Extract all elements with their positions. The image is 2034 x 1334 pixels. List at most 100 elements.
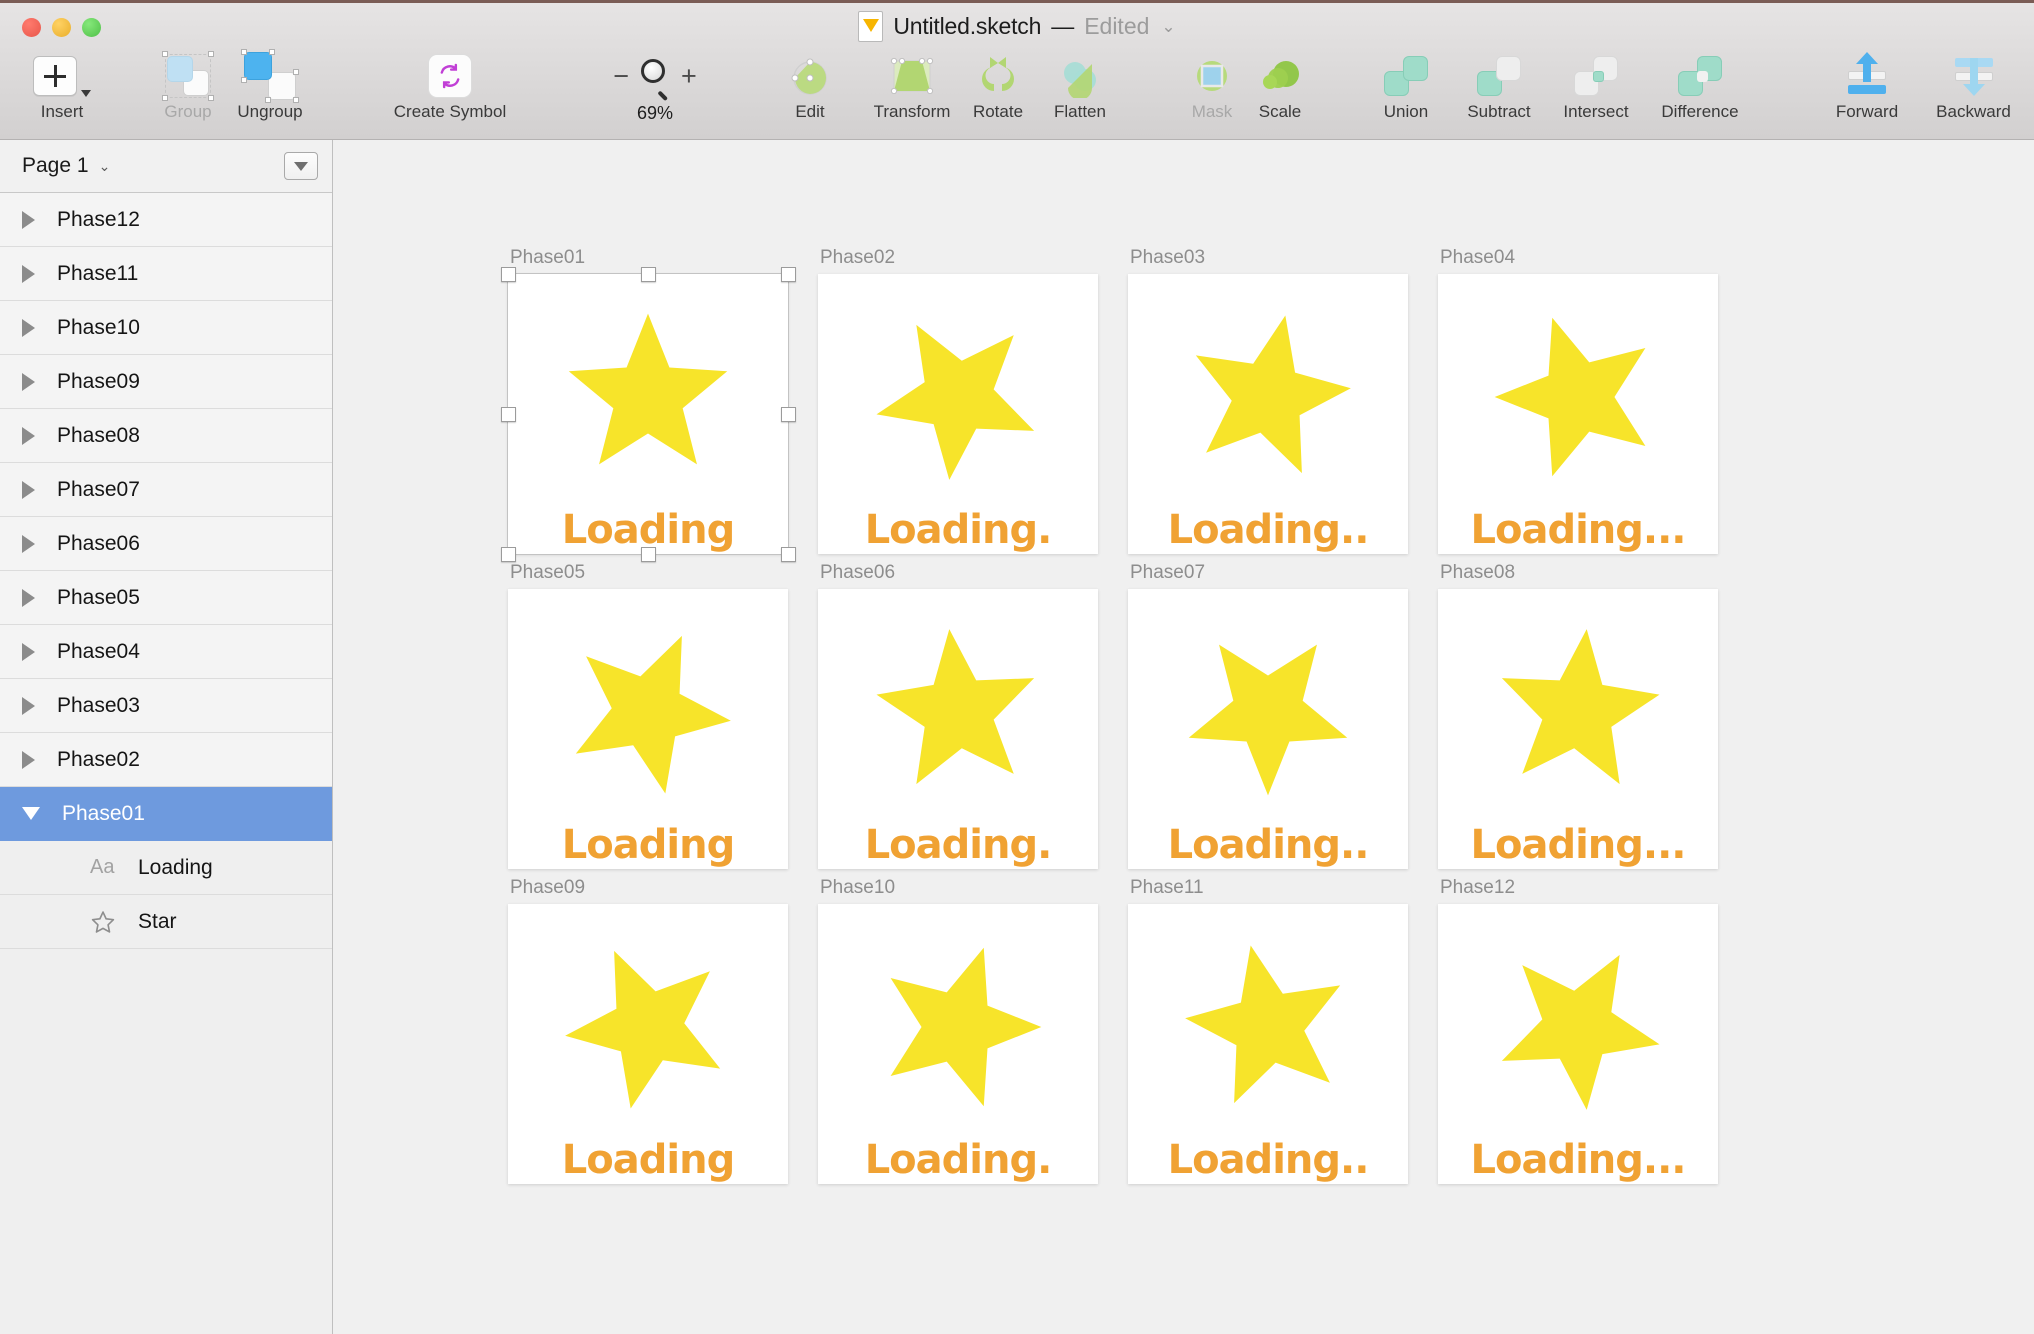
artboard-phase02[interactable]: Phase02 Loading. xyxy=(818,247,1098,554)
artboard-surface[interactable]: Loading. xyxy=(818,589,1098,869)
artboard-label[interactable]: Phase06 xyxy=(820,562,895,589)
toolbar-item-forward[interactable]: Forward xyxy=(1812,49,1922,135)
sidebar-layer-phase10[interactable]: Phase10 xyxy=(0,301,332,355)
loading-text[interactable]: Loading.. xyxy=(1128,825,1408,865)
toolbar-item-insert[interactable]: Insert xyxy=(14,49,110,135)
sidebar-layer-phase02[interactable]: Phase02 xyxy=(0,733,332,787)
artboard-surface[interactable]: Loading... xyxy=(1438,589,1718,869)
design-canvas[interactable]: Phase01 Loading Phase02 Loading. Phase03 Load… xyxy=(333,140,2034,1334)
artboard-label[interactable]: Phase08 xyxy=(1440,562,1515,589)
disclosure-closed-icon[interactable] xyxy=(22,372,35,391)
star-shape[interactable] xyxy=(852,940,1065,1114)
toolbar-item-create-symbol[interactable]: Create Symbol xyxy=(380,49,520,135)
artboard-phase06[interactable]: Phase06 Loading. xyxy=(818,562,1098,869)
close-button[interactable] xyxy=(22,18,41,37)
star-shape[interactable] xyxy=(1472,625,1685,799)
chevron-down-icon[interactable]: ⌄ xyxy=(99,158,111,175)
disclosure-closed-icon[interactable] xyxy=(22,696,35,715)
artboard-phase09[interactable]: Phase09 Loading xyxy=(508,877,788,1184)
selection-handle[interactable] xyxy=(780,266,796,282)
artboard-surface[interactable]: Loading. xyxy=(818,904,1098,1184)
artboard-phase10[interactable]: Phase10 Loading. xyxy=(818,877,1098,1184)
disclosure-closed-icon[interactable] xyxy=(22,264,35,283)
toolbar-item-flatten[interactable]: Flatten xyxy=(1032,49,1128,135)
star-shape[interactable] xyxy=(542,310,755,484)
selection-handle[interactable] xyxy=(640,546,656,562)
loading-text[interactable]: Loading xyxy=(508,825,788,865)
selection-handle[interactable] xyxy=(640,266,656,282)
artboard-label[interactable]: Phase07 xyxy=(1130,562,1205,589)
loading-text[interactable]: Loading. xyxy=(818,510,1098,550)
artboard-label[interactable]: Phase05 xyxy=(510,562,585,589)
star-shape[interactable] xyxy=(1162,940,1375,1114)
toolbar-item-ungroup[interactable]: Ungroup xyxy=(222,49,318,135)
sidebar-layer-phase11[interactable]: Phase11 xyxy=(0,247,332,301)
zoom-control[interactable]: − + 69% xyxy=(590,49,720,135)
loading-text[interactable]: Loading. xyxy=(818,825,1098,865)
disclosure-open-icon[interactable] xyxy=(22,807,40,820)
artboard-phase01[interactable]: Phase01 Loading xyxy=(500,247,796,562)
artboard-surface[interactable]: Loading.. xyxy=(1128,589,1408,869)
sidebar-layer-phase04[interactable]: Phase04 xyxy=(0,625,332,679)
star-shape[interactable] xyxy=(1472,940,1685,1114)
artboard-phase05[interactable]: Phase05 Loading xyxy=(508,562,788,869)
minimize-button[interactable] xyxy=(52,18,71,37)
sidebar-layer-loading[interactable]: Aa Loading xyxy=(0,841,332,895)
sidebar-layer-phase06[interactable]: Phase06 xyxy=(0,517,332,571)
artboard-surface[interactable]: Loading xyxy=(508,904,788,1184)
disclosure-closed-icon[interactable] xyxy=(22,480,35,499)
artboard-phase04[interactable]: Phase04 Loading... xyxy=(1438,247,1718,554)
artboard-label[interactable]: Phase04 xyxy=(1440,247,1515,274)
toolbar-item-union[interactable]: Union xyxy=(1358,49,1454,135)
disclosure-closed-icon[interactable] xyxy=(22,426,35,445)
selection-handle[interactable] xyxy=(500,266,516,282)
artboard-surface[interactable]: Loading xyxy=(508,589,788,869)
page-selector-label[interactable]: Page 1 xyxy=(22,154,89,178)
toolbar-item-edit[interactable]: Edit xyxy=(762,49,858,135)
artboard-label[interactable]: Phase09 xyxy=(510,877,585,904)
loading-text[interactable]: Loading. xyxy=(818,1140,1098,1180)
artboard-label[interactable]: Phase10 xyxy=(820,877,895,904)
star-shape[interactable] xyxy=(1472,310,1685,484)
star-shape[interactable] xyxy=(542,940,755,1114)
selection-handle[interactable] xyxy=(500,406,516,422)
loading-text[interactable]: Loading... xyxy=(1438,825,1718,865)
toolbar-item-backward[interactable]: Backward xyxy=(1916,49,2031,135)
layer-list[interactable]: Phase12 Phase11 Phase10 Phase09 Phase08 Phase… xyxy=(0,193,332,1334)
star-shape[interactable] xyxy=(1162,310,1375,484)
artboard-phase12[interactable]: Phase12 Loading... xyxy=(1438,877,1718,1184)
disclosure-closed-icon[interactable] xyxy=(22,588,35,607)
star-shape[interactable] xyxy=(1162,625,1375,799)
selection-handle[interactable] xyxy=(780,406,796,422)
artboard-label[interactable]: Phase01 xyxy=(510,247,585,274)
artboard-surface[interactable]: Loading xyxy=(508,274,788,554)
artboard-phase03[interactable]: Phase03 Loading.. xyxy=(1128,247,1408,554)
sidebar-layer-star[interactable]: Star xyxy=(0,895,332,949)
artboard-label[interactable]: Phase11 xyxy=(1130,877,1204,904)
disclosure-closed-icon[interactable] xyxy=(22,750,35,769)
star-shape[interactable] xyxy=(542,625,755,799)
artboard-phase11[interactable]: Phase11 Loading.. xyxy=(1128,877,1408,1184)
toolbar-item-scale[interactable]: Scale xyxy=(1232,49,1328,135)
loading-text[interactable]: Loading... xyxy=(1438,510,1718,550)
magnifier-icon[interactable] xyxy=(639,59,671,101)
sidebar-layer-phase07[interactable]: Phase07 xyxy=(0,463,332,517)
chevron-down-icon[interactable]: ⌄ xyxy=(1161,17,1175,37)
loading-text[interactable]: Loading xyxy=(508,510,788,550)
disclosure-closed-icon[interactable] xyxy=(22,210,35,229)
sidebar-layer-phase05[interactable]: Phase05 xyxy=(0,571,332,625)
artboard-surface[interactable]: Loading.. xyxy=(1128,904,1408,1184)
artboard-surface[interactable]: Loading... xyxy=(1438,274,1718,554)
zoom-in-button[interactable]: + xyxy=(681,62,697,90)
disclosure-closed-icon[interactable] xyxy=(22,642,35,661)
zoom-button[interactable] xyxy=(82,18,101,37)
artboard-label[interactable]: Phase12 xyxy=(1440,877,1515,904)
star-shape[interactable] xyxy=(852,625,1065,799)
star-shape[interactable] xyxy=(852,310,1065,484)
artboard-phase07[interactable]: Phase07 Loading.. xyxy=(1128,562,1408,869)
artboard-surface[interactable]: Loading. xyxy=(818,274,1098,554)
artboard-phase08[interactable]: Phase08 Loading... xyxy=(1438,562,1718,869)
selection-handle[interactable] xyxy=(780,546,796,562)
loading-text[interactable]: Loading... xyxy=(1438,1140,1718,1180)
sidebar-layer-phase09[interactable]: Phase09 xyxy=(0,355,332,409)
